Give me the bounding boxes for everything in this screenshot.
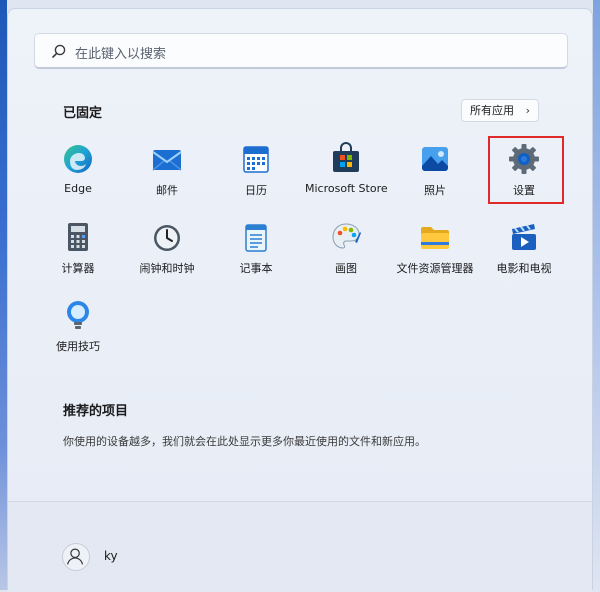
pinned-app-paint[interactable]: 画图 bbox=[305, 220, 387, 276]
pinned-app-file-explorer[interactable]: 文件资源管理器 bbox=[394, 220, 476, 276]
pinned-app-label: 计算器 bbox=[61, 262, 95, 275]
pinned-app-label: Edge bbox=[64, 182, 92, 195]
calculator-icon bbox=[68, 223, 88, 251]
edge-icon bbox=[64, 145, 92, 173]
pinned-app-label: Microsoft Store bbox=[305, 182, 388, 195]
pinned-app-label: 邮件 bbox=[156, 184, 178, 197]
pinned-app-movies-tv[interactable]: 电影和电视 bbox=[483, 220, 565, 276]
photos-icon bbox=[422, 147, 448, 171]
calendar-icon bbox=[243, 146, 269, 173]
chevron-right-icon: › bbox=[525, 104, 530, 117]
all-apps-label: 所有应用 bbox=[470, 104, 514, 117]
pinned-app-calculator[interactable]: 计算器 bbox=[37, 220, 119, 276]
store-icon bbox=[333, 142, 359, 172]
movies-icon bbox=[512, 224, 536, 250]
pinned-app-store[interactable]: Microsoft Store bbox=[305, 142, 388, 195]
folder-icon bbox=[421, 227, 449, 249]
tips-icon bbox=[67, 301, 89, 329]
pinned-section-title: 已固定 bbox=[63, 106, 103, 121]
pinned-app-label: 记事本 bbox=[239, 262, 273, 275]
desktop-wallpaper-left bbox=[0, 0, 7, 590]
pinned-app-label: 电影和电视 bbox=[496, 262, 552, 275]
recommended-section-title: 推荐的项目 bbox=[63, 404, 129, 419]
all-apps-button[interactable]: 所有应用 › bbox=[461, 99, 539, 122]
start-menu-footer bbox=[8, 501, 592, 592]
mail-icon bbox=[152, 150, 182, 171]
pinned-app-label: 照片 bbox=[424, 184, 446, 197]
user-avatar[interactable] bbox=[62, 543, 90, 571]
search-box[interactable]: 在此键入以搜索 bbox=[34, 33, 568, 69]
pinned-app-clock[interactable]: 闹钟和时钟 bbox=[126, 220, 208, 276]
pinned-app-calendar[interactable]: 日历 bbox=[215, 142, 297, 198]
pinned-app-mail[interactable]: 邮件 bbox=[126, 142, 208, 198]
pinned-app-label: 画图 bbox=[335, 262, 357, 275]
pinned-app-label: 日历 bbox=[245, 184, 267, 197]
paint-icon bbox=[332, 223, 361, 249]
start-menu: 在此键入以搜索 已固定 所有应用 › Edge 邮件 日历 Microsoft … bbox=[7, 8, 593, 592]
desktop-wallpaper-right bbox=[593, 0, 600, 590]
pinned-app-label: 闹钟和时钟 bbox=[139, 262, 195, 275]
search-placeholder: 在此键入以搜索 bbox=[75, 47, 167, 62]
settings-highlight-box bbox=[488, 136, 564, 204]
recommended-empty-text: 你使用的设备越多，我们就会在此处显示更多你最近使用的文件和新应用。 bbox=[63, 435, 426, 448]
clock-icon bbox=[154, 225, 180, 251]
pinned-app-label: 使用技巧 bbox=[56, 340, 100, 353]
pinned-app-label: 文件资源管理器 bbox=[396, 262, 474, 275]
user-name[interactable]: ky bbox=[104, 549, 118, 563]
search-icon bbox=[52, 44, 66, 58]
pinned-app-tips[interactable]: 使用技巧 bbox=[37, 298, 119, 354]
pinned-app-photos[interactable]: 照片 bbox=[394, 142, 476, 198]
pinned-app-edge[interactable]: Edge bbox=[37, 142, 119, 195]
pinned-app-notepad[interactable]: 记事本 bbox=[215, 220, 297, 276]
user-icon bbox=[67, 548, 84, 565]
notepad-icon bbox=[245, 224, 267, 252]
